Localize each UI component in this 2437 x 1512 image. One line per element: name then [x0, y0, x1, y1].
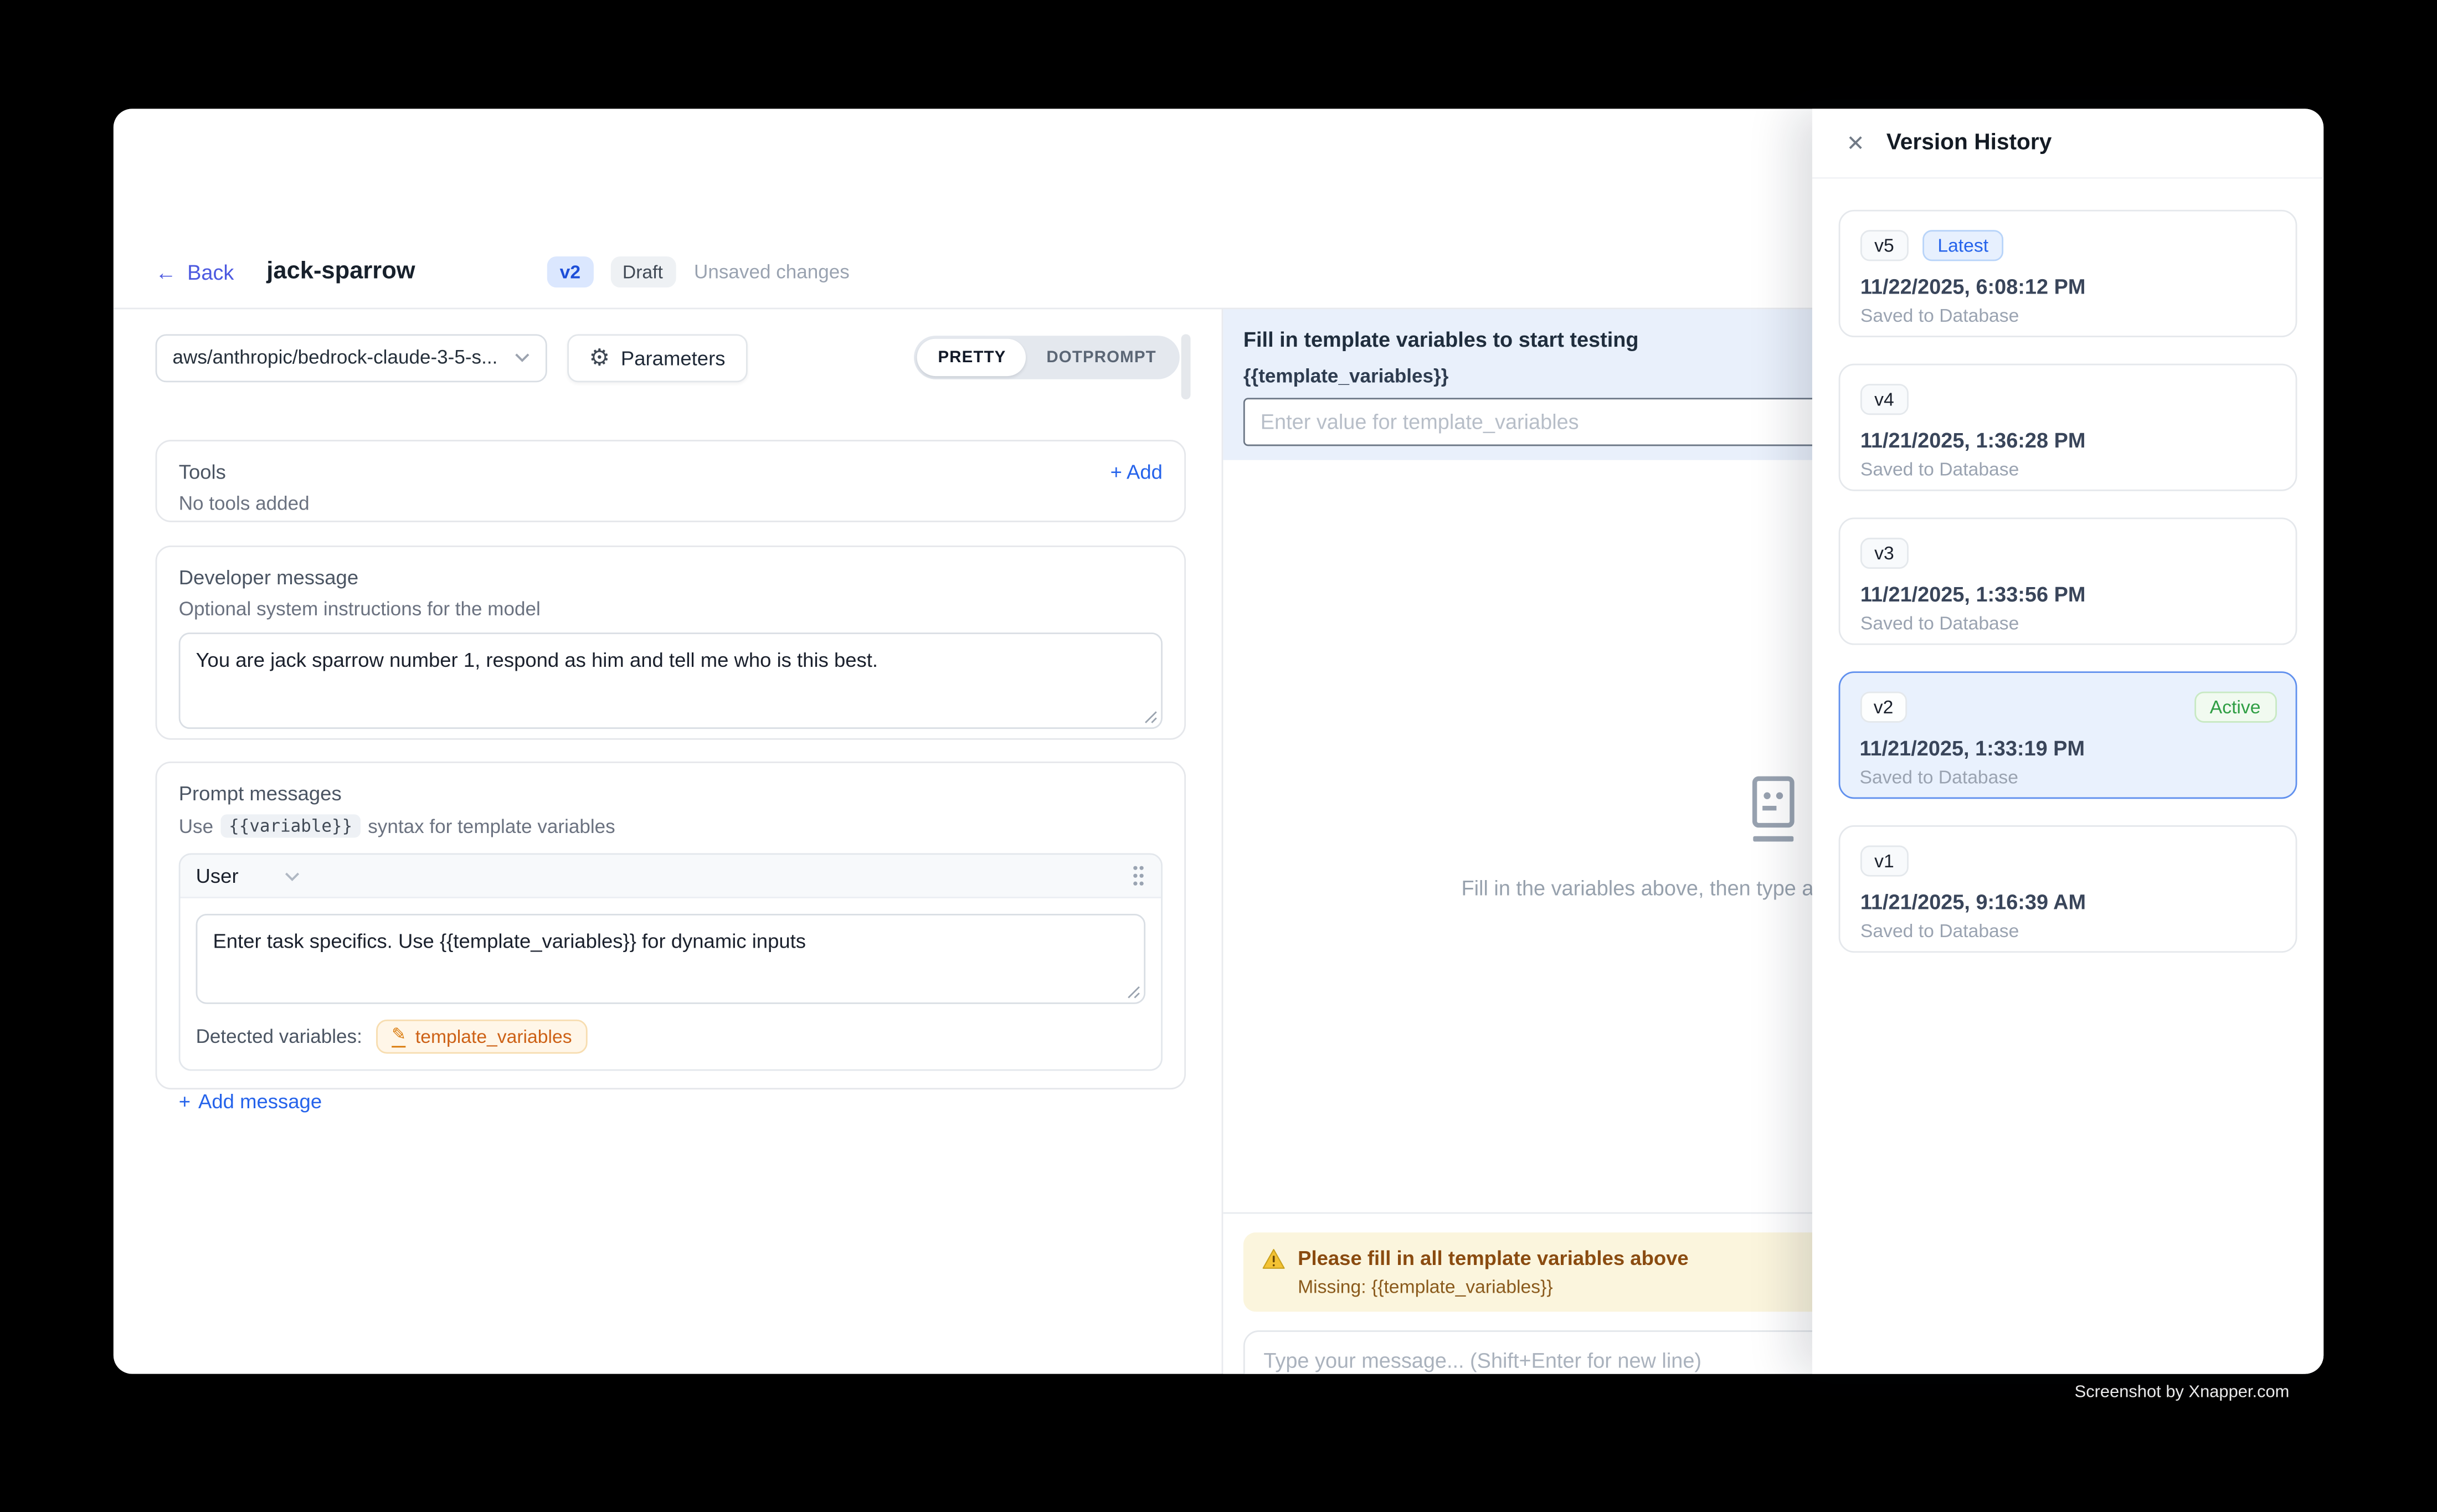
unsaved-changes-text: Unsaved changes [694, 261, 850, 282]
version-timestamp: 11/22/2025, 6:08:12 PM [1860, 275, 2275, 299]
message-header: User [181, 855, 1161, 898]
template-variable-chip[interactable]: ✎ template_variables [376, 1020, 588, 1054]
header-row: ← Back jack-sparrow v2 Draft Unsaved cha… [156, 256, 850, 287]
prompt-message-block: User [179, 853, 1163, 1071]
model-select-value: aws/anthropic/bedrock-claude-3-5-s... [172, 347, 497, 368]
version-card-v1[interactable]: v1 11/21/2025, 9:16:39 AM Saved to Datab… [1839, 825, 2297, 953]
version-number-badge: v1 [1860, 846, 1908, 877]
version-source: Saved to Database [1860, 613, 2275, 634]
drag-handle-icon[interactable] [1132, 864, 1145, 887]
tools-card: Tools + Add No tools added [156, 440, 1186, 522]
chevron-down-icon [515, 353, 530, 362]
developer-message-subtitle: Optional system instructions for the mod… [179, 598, 1163, 620]
version-card-v2-active[interactable]: v2 Active 11/21/2025, 1:33:19 PM Saved t… [1839, 671, 2297, 799]
warning-icon [1262, 1247, 1286, 1269]
role-select[interactable]: User [196, 864, 301, 887]
version-number-badge: v5 [1860, 230, 1908, 261]
parameters-label: Parameters [621, 346, 726, 369]
message-body: Enter task specifics. Use {{template_var… [181, 898, 1161, 1069]
version-number-badge: v3 [1860, 538, 1908, 569]
screenshot-stage: ← Back jack-sparrow v2 Draft Unsaved cha… [0, 0, 2437, 1512]
template-variable-chip-label: template_variables [415, 1026, 572, 1047]
prompt-messages-title: Prompt messages [179, 781, 1163, 805]
detected-variables-label: Detected variables: [196, 1026, 362, 1047]
add-message-label: Add message [198, 1089, 322, 1113]
chevron-down-icon [285, 871, 301, 881]
role-select-value: User [196, 864, 239, 887]
back-arrow-icon: ← [156, 260, 177, 284]
back-button[interactable]: ← Back [156, 260, 234, 284]
user-message-input[interactable]: Enter task specifics. Use {{template_var… [196, 914, 1146, 1004]
version-source: Saved to Database [1860, 459, 2275, 480]
version-history-header: ✕ Version History [1812, 109, 2323, 178]
model-select[interactable]: aws/anthropic/bedrock-claude-3-5-s... [156, 333, 547, 382]
plus-icon: + [179, 1089, 191, 1113]
draft-badge: Draft [610, 256, 675, 287]
tools-title: Tools [179, 460, 226, 484]
version-number-badge: v2 [1860, 691, 1908, 722]
add-tool-button[interactable]: + Add [1110, 460, 1163, 484]
version-source: Saved to Database [1860, 765, 2276, 787]
close-icon[interactable]: ✕ [1847, 132, 1865, 154]
hint-suffix: syntax for template variables [368, 815, 615, 837]
tab-pretty[interactable]: PRETTY [918, 339, 1026, 376]
editor-toolbar: aws/anthropic/bedrock-claude-3-5-s... ⚙ … [156, 333, 1180, 383]
developer-message-card: Developer message Optional system instru… [156, 546, 1186, 740]
version-number-badge: v4 [1860, 384, 1908, 415]
version-badge: v2 [547, 256, 593, 287]
version-source: Saved to Database [1860, 920, 2275, 942]
parameters-button[interactable]: ⚙ Parameters [567, 333, 747, 382]
add-message-button[interactable]: + Add message [179, 1089, 322, 1113]
view-mode-toggle: PRETTY DOTPROMPT [914, 336, 1179, 379]
hint-prefix: Use [179, 815, 213, 837]
tab-dotprompt[interactable]: DOTPROMPT [1026, 339, 1176, 376]
developer-message-title: Developer message [179, 565, 1163, 589]
version-timestamp: 11/21/2025, 1:36:28 PM [1860, 429, 2275, 452]
back-label: Back [187, 260, 234, 284]
variable-syntax-chip: {{variable}} [221, 814, 360, 837]
version-history-panel: ✕ Version History v5 Latest 11/22/2025, … [1812, 109, 2323, 1374]
developer-message-input[interactable]: You are jack sparrow number 1, respond a… [179, 632, 1163, 729]
tools-empty-text: No tools added [179, 493, 1163, 515]
watermark-text: Screenshot by Xnapper.com [2075, 1383, 2290, 1402]
version-source: Saved to Database [1860, 305, 2275, 326]
active-badge: Active [2194, 691, 2276, 722]
robot-icon [1742, 773, 1804, 845]
editor-scrollbar[interactable] [1181, 334, 1191, 399]
version-timestamp: 11/21/2025, 9:16:39 AM [1860, 891, 2275, 914]
plus-icon: + [1110, 460, 1122, 484]
pencil-icon: ✎ [392, 1026, 406, 1047]
prompt-editor-panel: aws/anthropic/bedrock-claude-3-5-s... ⚙ … [114, 309, 1223, 1374]
prompt-messages-card: Prompt messages Use {{variable}} syntax … [156, 762, 1186, 1089]
warning-title: Please fill in all template variables ab… [1298, 1247, 1689, 1270]
version-timestamp: 11/21/2025, 1:33:19 PM [1860, 736, 2276, 759]
gear-icon: ⚙ [589, 346, 610, 369]
latest-badge: Latest [1922, 230, 2004, 261]
page-title: jack-sparrow [266, 258, 415, 286]
template-syntax-hint: Use {{variable}} syntax for template var… [179, 814, 1163, 837]
version-card-v3[interactable]: v3 11/21/2025, 1:33:56 PM Saved to Datab… [1839, 517, 2297, 645]
add-tool-label: Add [1127, 460, 1163, 484]
version-list: v5 Latest 11/22/2025, 6:08:12 PM Saved t… [1812, 179, 2323, 984]
header-badges: v2 Draft Unsaved changes [547, 256, 850, 287]
version-timestamp: 11/21/2025, 1:33:56 PM [1860, 583, 2275, 606]
detected-variables-row: Detected variables: ✎ template_variables [196, 1020, 1146, 1054]
version-card-v5[interactable]: v5 Latest 11/22/2025, 6:08:12 PM Saved t… [1839, 210, 2297, 337]
version-card-v4[interactable]: v4 11/21/2025, 1:36:28 PM Saved to Datab… [1839, 364, 2297, 491]
version-history-title: Version History [1886, 131, 2052, 156]
